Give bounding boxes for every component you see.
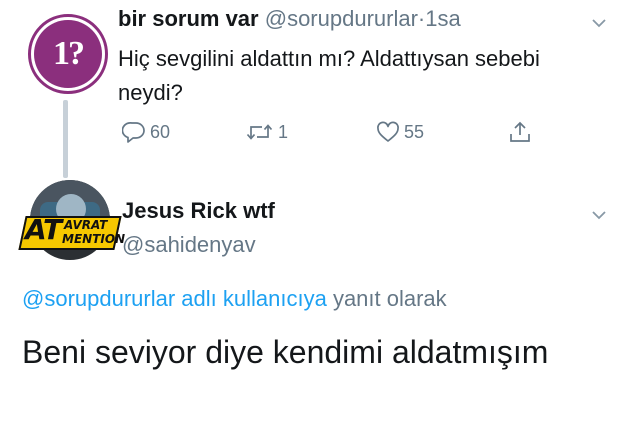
heart-icon [376,120,400,144]
reply-to-suffix: yanıt olarak [332,286,447,311]
reply-to-link[interactable]: @sorupdururlar adlı kullanıcıya [22,286,327,311]
avatar-stamp-text: AVRAT [64,218,108,232]
author-name[interactable]: Jesus Rick wtf [122,198,275,224]
retweet-icon [246,120,274,144]
author-name[interactable]: bir sorum var [118,6,259,31]
tweet-actions: 60 1 55 [118,120,538,150]
like-count: 55 [404,121,425,142]
tweet-header: bir sorum var @sorupdururlar·1sa [118,6,461,32]
avatar-logo: 1? [34,20,102,88]
reply-button[interactable]: 60 [122,120,170,144]
like-button[interactable]: 55 [376,120,424,144]
chevron-down-icon[interactable] [592,16,606,30]
tweet-text-line: Hiç sevgilini aldattın mı? Aldattıysan s… [118,46,540,71]
thread-connector-line [63,100,68,178]
tweet-text: Hiç sevgilini aldattın mı? Aldattıysan s… [118,42,598,110]
reply-count: 60 [150,121,171,142]
avatar-stamp-text: MENTION [62,232,126,246]
chevron-down-icon[interactable] [592,208,606,222]
retweet-button[interactable]: 1 [246,120,288,144]
retweet-count: 1 [278,121,289,142]
author-handle[interactable]: @sahidenyav [122,232,256,258]
share-button[interactable] [508,120,532,144]
reply-context: @sorupdururlar adlı kullanıcıya yanıt ol… [22,286,447,312]
share-icon [508,120,532,144]
avatar[interactable]: 1? [28,14,108,94]
avatar[interactable]: AT AVRAT MENTION [18,180,125,272]
tweet-time[interactable]: 1sa [425,6,460,31]
tweet-text-line: neydi? [118,80,183,105]
avatar-stamp-text: AT [25,213,62,246]
tweet-text: Beni seviyor diye kendimi aldatmışım [22,334,549,370]
author-handle[interactable]: @sorupdururlar [265,6,418,31]
reply-icon [122,120,146,144]
